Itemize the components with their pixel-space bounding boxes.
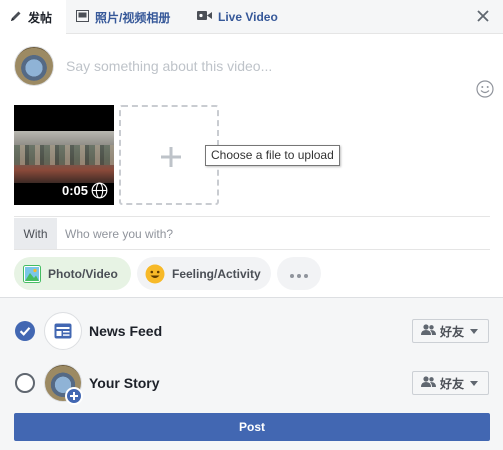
chevron-down-icon <box>470 380 479 386</box>
add-story-icon <box>65 387 83 405</box>
plus-icon <box>160 146 182 168</box>
close-icon[interactable] <box>475 8 491 24</box>
friends-icon <box>421 376 436 390</box>
photo-album-icon <box>76 9 89 25</box>
status-input[interactable]: Say something about this video... <box>66 58 272 74</box>
feeling-activity-button[interactable]: Feeling/Activity <box>137 257 271 290</box>
post-button[interactable]: Post <box>14 413 490 441</box>
tab-live-video-label: Live Video <box>218 10 278 24</box>
your-story-label: Your Story <box>89 375 160 391</box>
tooltip: Choose a file to upload <box>205 145 340 166</box>
divider <box>14 249 490 250</box>
more-icon <box>290 267 308 281</box>
news-feed-checkbox[interactable] <box>15 321 35 341</box>
photo-icon <box>23 264 41 283</box>
your-story-radio[interactable] <box>15 373 35 393</box>
divider <box>14 216 490 217</box>
audience-label: 好友 <box>440 324 465 339</box>
with-label: With <box>14 218 57 249</box>
tab-post[interactable]: 发帖 <box>0 0 66 35</box>
destination-news-feed: News Feed 好友 <box>0 311 503 351</box>
tag-friends-input[interactable]: Who were you with? <box>57 218 490 249</box>
more-options-button[interactable] <box>277 257 321 290</box>
feeling-activity-label: Feeling/Activity <box>172 266 261 281</box>
chevron-down-icon <box>470 328 479 334</box>
news-feed-audience-selector[interactable]: 好友 <box>412 319 489 343</box>
tab-photo-album-label: 照片/视频相册 <box>95 10 171 25</box>
globe-360-icon <box>91 182 108 199</box>
your-story-audience-selector[interactable]: 好友 <box>412 371 489 395</box>
add-media-button[interactable] <box>119 105 219 205</box>
photo-video-label: Photo/Video <box>48 266 118 281</box>
photo-video-button[interactable]: Photo/Video <box>14 257 131 290</box>
audience-label: 好友 <box>440 376 465 391</box>
video-preview-detail <box>14 145 114 165</box>
smiley-icon <box>145 264 165 284</box>
news-feed-icon <box>44 312 82 350</box>
avatar <box>14 46 54 86</box>
tab-post-label: 发帖 <box>28 11 53 25</box>
video-duration: 0:05 <box>62 183 89 198</box>
tab-live-video[interactable]: Live Video <box>197 0 278 34</box>
composer-tabs: 发帖 照片/视频相册 Live Video <box>0 0 503 35</box>
friends-icon <box>421 324 436 338</box>
pencil-icon <box>10 10 22 25</box>
live-video-icon <box>197 10 212 24</box>
destination-your-story: Your Story 好友 <box>0 363 503 405</box>
emoji-icon[interactable] <box>476 80 494 98</box>
news-feed-label: News Feed <box>89 323 163 339</box>
video-thumbnail[interactable]: 0:05 <box>14 105 114 205</box>
tab-photo-album[interactable]: 照片/视频相册 <box>76 0 170 34</box>
